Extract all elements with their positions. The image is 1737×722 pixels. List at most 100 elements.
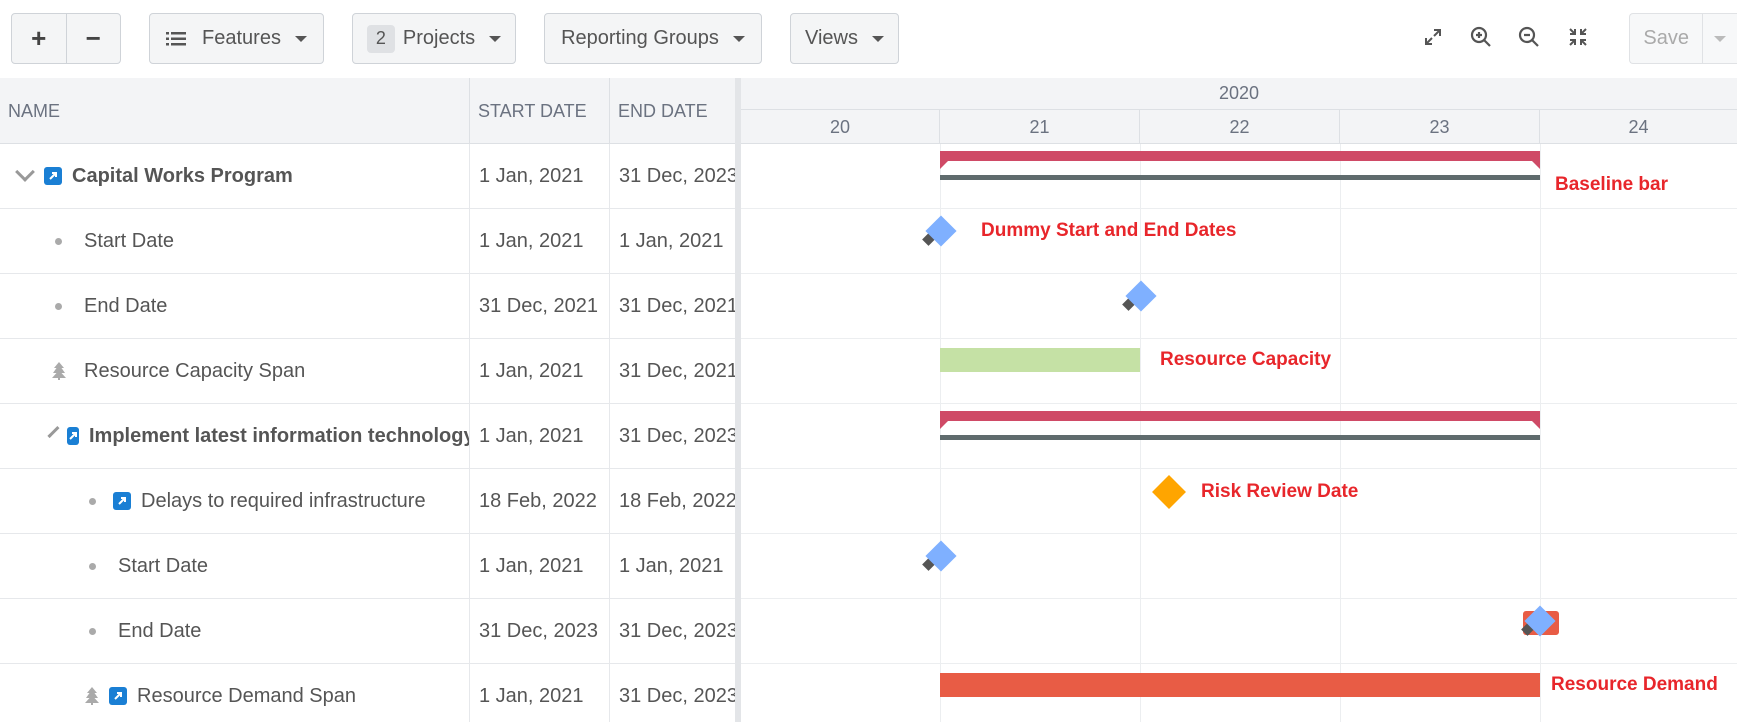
save-button[interactable]: Save xyxy=(1630,27,1702,50)
start-date-cell: 1 Jan, 2021 xyxy=(470,209,610,273)
end-date-cell: 31 Dec, 2023 xyxy=(619,619,735,642)
table-row[interactable]: End Date 31 Dec, 2023 31 Dec, 2023 xyxy=(0,599,735,664)
row-name: Start Date xyxy=(118,554,209,577)
views-dropdown[interactable]: Views xyxy=(790,13,899,64)
column-header-end-date[interactable]: END DATE xyxy=(610,78,735,144)
end-date-cell: 31 Dec, 2021 xyxy=(619,294,735,317)
annotation-resource-demand: Resource Demand xyxy=(1551,674,1718,695)
risk-milestone[interactable] xyxy=(1152,475,1186,509)
reporting-groups-dropdown[interactable]: Reporting Groups xyxy=(544,13,762,64)
timeline-body: Baseline bar Dummy Start and End Dates R… xyxy=(741,144,1737,722)
resource-capacity-bar[interactable] xyxy=(940,348,1140,372)
end-date-cell: 1 Jan, 2021 xyxy=(619,229,724,252)
start-date-cell: 18 Feb, 2022 xyxy=(470,469,610,533)
chevron-down-icon[interactable] xyxy=(47,425,60,439)
end-date-cell: 31 Dec, 2021 xyxy=(619,359,735,382)
start-date-cell: 1 Jan, 2021 xyxy=(470,144,610,208)
gantt-timeline: 2020 20 21 22 23 24 Baseline bar Dummy S… xyxy=(741,78,1737,722)
bullet-icon xyxy=(89,562,96,570)
row-name: Resource Capacity Span xyxy=(84,359,306,382)
chevron-down-icon[interactable] xyxy=(15,162,35,182)
bullet-icon xyxy=(89,497,96,505)
chevron-down-icon xyxy=(489,35,502,42)
row-name: End Date xyxy=(84,294,168,317)
name-cell: End Date xyxy=(0,274,470,338)
row-name: End Date xyxy=(118,619,202,642)
projects-count-badge: 2 xyxy=(366,24,395,53)
save-options-button[interactable] xyxy=(1702,14,1737,63)
tree-icon xyxy=(85,687,99,705)
row-name: Capital Works Program xyxy=(72,164,293,187)
reporting-groups-label: Reporting Groups xyxy=(561,27,719,49)
bullet-icon xyxy=(55,237,62,245)
timeline-year-header: 2020 xyxy=(741,78,1737,110)
annotation-dummy-dates: Dummy Start and End Dates xyxy=(981,220,1237,241)
features-dropdown[interactable]: Features xyxy=(149,13,324,64)
table-row[interactable]: End Date 31 Dec, 2021 31 Dec, 2021 xyxy=(0,274,735,339)
bullet-icon xyxy=(55,302,62,310)
row-name: Delays to required infrastructure xyxy=(141,489,426,512)
end-date-cell: 31 Dec, 2023 xyxy=(619,684,735,707)
column-header-name[interactable]: NAME xyxy=(0,78,470,144)
end-date-cell: 31 Dec, 2023 xyxy=(619,164,735,187)
row-name: Resource Demand Span xyxy=(137,684,357,707)
link-icon xyxy=(44,167,62,185)
gantt-bars xyxy=(922,151,1559,697)
annotation-baseline: Baseline bar xyxy=(1555,174,1668,195)
baseline-bar xyxy=(940,175,1540,180)
table-row[interactable]: Start Date 1 Jan, 2021 1 Jan, 2021 xyxy=(0,534,735,599)
start-date-cell: 1 Jan, 2021 xyxy=(470,534,610,598)
timeline-sub-header: 20 21 22 23 24 xyxy=(741,110,1737,144)
name-cell: Start Date xyxy=(0,209,470,273)
table-row[interactable]: Delays to required infrastructure 18 Feb… xyxy=(0,469,735,534)
timeline-column-label: 20 xyxy=(741,110,940,144)
column-header-start-date[interactable]: START DATE xyxy=(470,78,610,144)
zoom-out-icon[interactable] xyxy=(1514,22,1544,52)
table-row[interactable]: Capital Works Program 1 Jan, 2021 31 Dec… xyxy=(0,144,735,209)
zoom-in-icon[interactable] xyxy=(1466,22,1496,52)
remove-button[interactable]: − xyxy=(65,14,121,63)
table-row[interactable]: Implement latest information technology … xyxy=(0,404,735,469)
toolbar: + − Features 2 Projects Reporting Groups… xyxy=(0,0,1737,78)
table-row[interactable]: Resource Demand Span 1 Jan, 2021 31 Dec,… xyxy=(0,664,735,722)
chevron-down-icon xyxy=(1714,35,1727,42)
baseline-bar xyxy=(940,435,1540,440)
summary-bar[interactable] xyxy=(940,411,1540,429)
start-date-cell: 31 Dec, 2023 xyxy=(470,599,610,663)
timeline-column-label: 24 xyxy=(1628,116,1649,137)
collapse-icon[interactable] xyxy=(1563,22,1593,52)
name-cell: Delays to required infrastructure xyxy=(0,469,470,533)
annotation-risk-review: Risk Review Date xyxy=(1201,481,1359,502)
name-cell: Resource Capacity Span xyxy=(0,339,470,403)
table-row[interactable]: Resource Capacity Span 1 Jan, 2021 31 De… xyxy=(0,339,735,404)
start-date-cell: 1 Jan, 2021 xyxy=(470,339,610,403)
timeline-column-label: 21 xyxy=(940,110,1140,144)
end-date-cell: 31 Dec, 2023 xyxy=(619,424,735,447)
start-date-cell: 1 Jan, 2021 xyxy=(470,664,610,722)
name-cell: Resource Demand Span xyxy=(0,664,470,722)
start-date-cell: 31 Dec, 2021 xyxy=(470,274,610,338)
start-date-cell: 1 Jan, 2021 xyxy=(470,404,610,468)
timeline-column-label: 23 xyxy=(1340,110,1540,144)
save-button-group: Save xyxy=(1629,13,1737,64)
link-icon xyxy=(109,687,127,705)
task-grid: NAME START DATE END DATE Capital Works P… xyxy=(0,78,735,722)
row-name: Start Date xyxy=(84,229,175,252)
summary-bar[interactable] xyxy=(940,151,1540,169)
resource-demand-bar[interactable] xyxy=(940,673,1540,697)
expand-icon[interactable] xyxy=(1418,22,1448,52)
link-icon xyxy=(113,492,131,510)
add-remove-group: + − xyxy=(11,13,121,64)
annotation-resource-capacity: Resource Capacity xyxy=(1160,349,1332,370)
add-button[interactable]: + xyxy=(12,14,66,63)
name-cell: End Date xyxy=(0,599,470,663)
views-label: Views xyxy=(805,27,858,49)
chevron-down-icon xyxy=(872,35,884,42)
name-cell: Implement latest information technology xyxy=(0,404,470,468)
end-date-cell: 18 Feb, 2022 xyxy=(619,489,735,512)
grid-header: NAME START DATE END DATE xyxy=(0,78,735,144)
bullet-icon xyxy=(89,627,96,635)
link-icon xyxy=(67,427,79,445)
projects-dropdown[interactable]: 2 Projects xyxy=(352,13,516,64)
table-row[interactable]: Start Date 1 Jan, 2021 1 Jan, 2021 xyxy=(0,209,735,274)
